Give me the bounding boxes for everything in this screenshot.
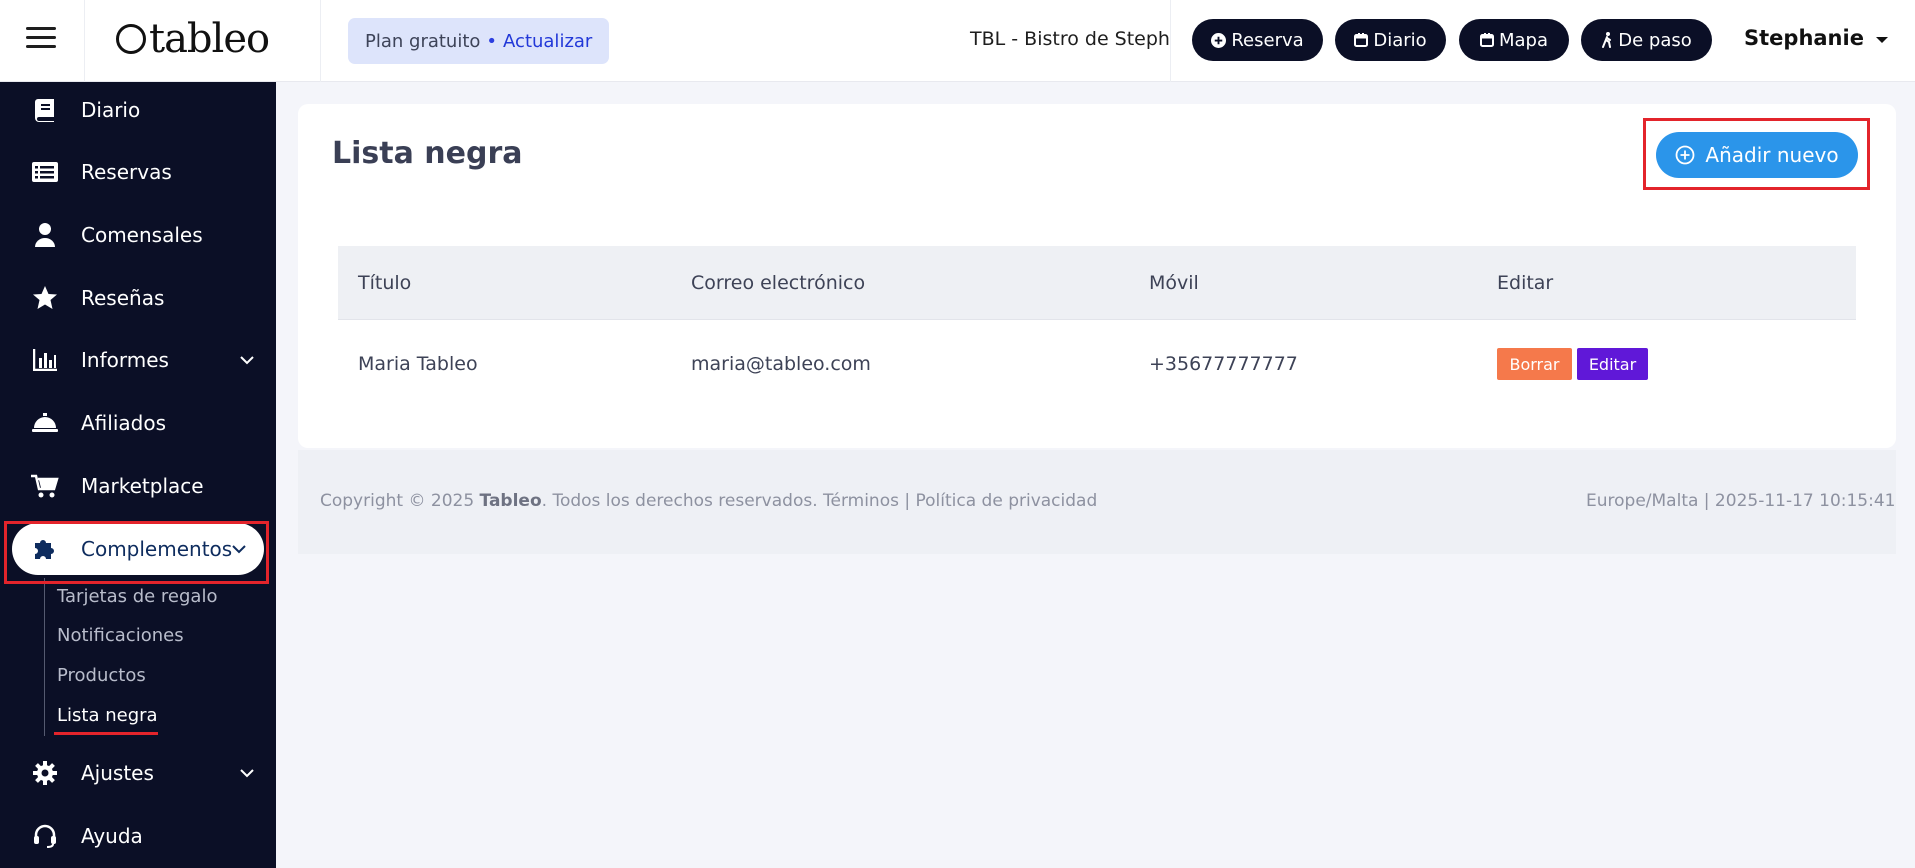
active-underline bbox=[54, 732, 158, 735]
tableo-logo[interactable]: tableo bbox=[116, 14, 270, 64]
footer-copyright: Copyright © 2025 Tableo. Todos los derec… bbox=[320, 491, 1097, 511]
chevron-down-icon bbox=[230, 540, 248, 558]
copyright-prefix: Copyright © 2025 bbox=[320, 491, 475, 511]
logo-ring-icon bbox=[116, 24, 146, 54]
footer-brand: Tableo bbox=[479, 491, 542, 511]
mapa-button[interactable]: Mapa bbox=[1459, 19, 1569, 61]
cell-email: maria@tableo.com bbox=[691, 353, 871, 375]
submenu-item-lista-negra[interactable]: Lista negra bbox=[57, 705, 158, 726]
page-title: Lista negra bbox=[332, 136, 523, 171]
table-header bbox=[338, 246, 1856, 320]
copyright-suffix[interactable]: . Todos los derechos reservados. Término… bbox=[542, 491, 1098, 511]
top-bar: tableo Plan gratuito • Actualizar TBL - … bbox=[0, 0, 1915, 82]
diario-label: Diario bbox=[1373, 29, 1427, 51]
cart-icon bbox=[30, 471, 60, 501]
gear-icon bbox=[30, 758, 60, 788]
star-icon bbox=[30, 283, 60, 313]
calendar-icon bbox=[1479, 33, 1494, 47]
add-new-button[interactable]: Añadir nuevo bbox=[1656, 132, 1858, 178]
mapa-label: Mapa bbox=[1498, 29, 1549, 51]
restaurant-name[interactable]: TBL - Bistro de Steph bbox=[970, 28, 1170, 50]
walking-icon bbox=[1602, 32, 1612, 48]
reserva-button[interactable]: Reserva bbox=[1192, 19, 1323, 61]
de-paso-button[interactable]: De paso bbox=[1581, 19, 1712, 61]
plan-separator: • bbox=[486, 30, 498, 52]
submenu-line bbox=[44, 578, 45, 736]
user-menu[interactable]: Stephanie bbox=[1744, 26, 1888, 50]
sidebar-item-resenas[interactable]: Reseñas bbox=[0, 268, 276, 328]
header-divider bbox=[320, 0, 321, 82]
cell-mobile: +35677777777 bbox=[1149, 353, 1298, 375]
add-new-label: Añadir nuevo bbox=[1705, 143, 1839, 167]
sidebar-item-afiliados[interactable]: Afiliados bbox=[0, 393, 276, 453]
header-divider bbox=[84, 0, 85, 82]
submenu-item-productos[interactable]: Productos bbox=[57, 665, 146, 686]
sidebar-item-marketplace[interactable]: Marketplace bbox=[0, 456, 276, 516]
sidebar-item-label: Marketplace bbox=[81, 474, 204, 498]
plus-circle-icon bbox=[1676, 145, 1695, 165]
sidebar-item-informes[interactable]: Informes bbox=[0, 330, 276, 390]
sidebar-item-label: Comensales bbox=[81, 223, 203, 247]
sidebar-item-label: Afiliados bbox=[81, 411, 166, 435]
submenu-item-notificaciones[interactable]: Notificaciones bbox=[57, 625, 184, 646]
sidebar-item-complementos[interactable]: Complementos bbox=[12, 523, 264, 575]
sidebar-item-comensales[interactable]: Comensales bbox=[0, 205, 276, 265]
sidebar-item-label: Ajustes bbox=[81, 761, 154, 785]
sidebar-item-label: Ayuda bbox=[81, 824, 143, 848]
sidebar-item-diario[interactable]: Diario bbox=[0, 80, 276, 140]
column-header-correo[interactable]: Correo electrónico bbox=[691, 272, 865, 294]
upgrade-link[interactable]: Actualizar bbox=[503, 31, 592, 52]
column-header-editar: Editar bbox=[1497, 272, 1554, 294]
sidebar-item-label: Reservas bbox=[81, 160, 172, 184]
sidebar-item-label: Diario bbox=[81, 98, 141, 122]
sidebar: Diario Reservas Comensales Reseñas Infor… bbox=[0, 82, 276, 868]
plus-circle-icon bbox=[1211, 32, 1227, 48]
caret-down-icon bbox=[1875, 37, 1888, 43]
calendar-icon bbox=[1354, 33, 1369, 47]
sidebar-item-ayuda[interactable]: Ayuda bbox=[0, 806, 276, 866]
sidebar-item-label: Complementos bbox=[81, 537, 233, 561]
sidebar-item-ajustes[interactable]: Ajustes bbox=[0, 743, 276, 803]
diario-button[interactable]: Diario bbox=[1335, 19, 1446, 61]
user-name: Stephanie bbox=[1744, 26, 1864, 50]
bar-chart-icon bbox=[30, 345, 60, 375]
header-divider bbox=[1170, 0, 1171, 82]
plan-badge: Plan gratuito • Actualizar bbox=[348, 18, 610, 64]
list-icon bbox=[30, 157, 60, 187]
bell-service-icon bbox=[30, 408, 60, 438]
hamburger-menu-icon[interactable] bbox=[26, 27, 56, 53]
sidebar-item-label: Reseñas bbox=[81, 286, 165, 310]
edit-button[interactable]: Editar bbox=[1577, 348, 1648, 380]
sidebar-item-label: Informes bbox=[81, 348, 169, 372]
book-icon bbox=[30, 95, 60, 125]
column-header-titulo[interactable]: Título bbox=[358, 272, 411, 294]
logo-text: tableo bbox=[149, 16, 270, 62]
delete-button[interactable]: Borrar bbox=[1497, 348, 1572, 380]
headset-icon bbox=[30, 821, 60, 851]
column-header-movil[interactable]: Móvil bbox=[1149, 272, 1199, 294]
de-paso-label: De paso bbox=[1618, 29, 1692, 51]
reserva-label: Reserva bbox=[1231, 29, 1304, 51]
user-icon bbox=[30, 220, 60, 250]
sidebar-item-reservas[interactable]: Reservas bbox=[0, 142, 276, 202]
footer-timezone: Europe/Malta | 2025-11-17 10:15:41 bbox=[1586, 491, 1896, 511]
puzzle-icon bbox=[30, 534, 60, 564]
chevron-down-icon bbox=[238, 351, 256, 369]
submenu-item-tarjetas-de-regalo[interactable]: Tarjetas de regalo bbox=[57, 586, 217, 607]
cell-title: Maria Tableo bbox=[358, 353, 478, 375]
chevron-down-icon bbox=[238, 764, 256, 782]
plan-label: Plan gratuito bbox=[365, 30, 481, 52]
